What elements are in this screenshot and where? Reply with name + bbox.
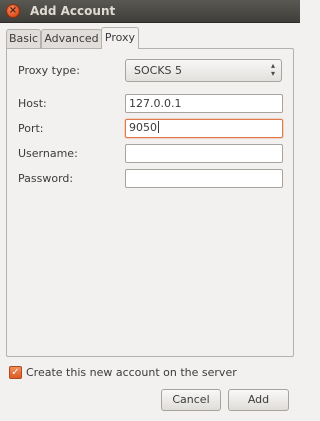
password-label: Password: — [18, 172, 74, 185]
username-field[interactable] — [125, 144, 283, 163]
port-label: Port: — [18, 122, 44, 135]
tab-proxy[interactable]: Proxy — [101, 27, 139, 49]
add-button[interactable]: Add — [228, 389, 289, 411]
username-label: Username: — [18, 147, 78, 160]
tab-basic[interactable]: Basic — [6, 29, 41, 48]
window-title: Add Account — [30, 4, 116, 18]
close-icon[interactable]: × — [6, 4, 20, 18]
proxy-type-select[interactable]: SOCKS 5 ▴ ▾ — [125, 59, 282, 82]
proxy-settings-panel: Proxy type: SOCKS 5 ▴▾ Host: Port: 9050 … — [6, 48, 294, 357]
text-cursor — [158, 121, 159, 133]
port-field[interactable]: 9050 — [125, 119, 283, 138]
tab-advanced[interactable]: Advanced — [41, 29, 102, 48]
host-label: Host: — [18, 97, 47, 110]
create-account-label[interactable]: Create this new account on the server — [26, 366, 237, 379]
up-down-arrows-icon: ▴ ▾ — [270, 61, 275, 78]
proxy-type-label: Proxy type: — [18, 64, 80, 77]
create-account-checkbox[interactable]: ✓ — [9, 366, 22, 379]
cancel-button[interactable]: Cancel — [161, 389, 221, 411]
password-field[interactable] — [125, 169, 283, 188]
port-value: 9050 — [129, 121, 157, 134]
checkmark-icon: ✓ — [11, 367, 20, 378]
title-bar: × Add Account — [0, 0, 300, 23]
host-field[interactable] — [125, 94, 283, 113]
proxy-type-value: SOCKS 5 — [134, 64, 183, 77]
add-account-dialog: × Add Account Basic Advanced Proxy Proxy… — [0, 0, 300, 421]
